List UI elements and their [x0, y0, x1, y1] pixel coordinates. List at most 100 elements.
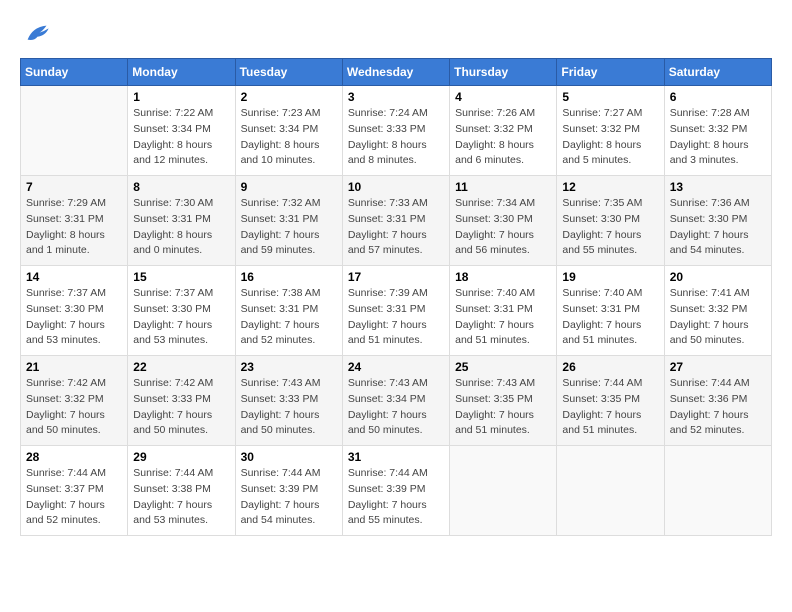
day-number: 16 — [241, 270, 337, 284]
weekday-header: Tuesday — [235, 59, 342, 86]
calendar-cell: 4 Sunrise: 7:26 AMSunset: 3:32 PMDaylight… — [450, 86, 557, 176]
day-info: Sunrise: 7:33 AMSunset: 3:31 PMDaylight:… — [348, 196, 444, 259]
calendar-week-row: 7 Sunrise: 7:29 AMSunset: 3:31 PMDaylight… — [21, 176, 772, 266]
day-info: Sunrise: 7:37 AMSunset: 3:30 PMDaylight:… — [133, 286, 229, 349]
day-info: Sunrise: 7:44 AMSunset: 3:39 PMDaylight:… — [241, 466, 337, 529]
calendar-cell: 1Sunrise: 7:22 AMSunset: 3:34 PMDaylight… — [128, 86, 235, 176]
day-info: Sunrise: 7:24 AMSunset: 3:33 PMDaylight:… — [348, 106, 444, 169]
day-info: Sunrise: 7:44 AMSunset: 3:37 PMDaylight:… — [26, 466, 122, 529]
calendar-cell — [664, 446, 771, 536]
day-info: Sunrise: 7:40 AMSunset: 3:31 PMDaylight:… — [562, 286, 658, 349]
day-info: Sunrise: 7:30 AMSunset: 3:31 PMDaylight:… — [133, 196, 229, 259]
day-info: Sunrise: 7:43 AMSunset: 3:35 PMDaylight:… — [455, 376, 551, 439]
day-number: 4 — [455, 90, 551, 104]
page-header — [20, 20, 772, 48]
day-info: Sunrise: 7:34 AMSunset: 3:30 PMDaylight:… — [455, 196, 551, 259]
day-info: Sunrise: 7:42 AMSunset: 3:32 PMDaylight:… — [26, 376, 122, 439]
calendar-cell: 23 Sunrise: 7:43 AMSunset: 3:33 PMDayligh… — [235, 356, 342, 446]
day-number: 11 — [455, 180, 551, 194]
calendar-cell: 7 Sunrise: 7:29 AMSunset: 3:31 PMDaylight… — [21, 176, 128, 266]
day-number: 17 — [348, 270, 444, 284]
weekday-header: Friday — [557, 59, 664, 86]
weekday-header: Wednesday — [342, 59, 449, 86]
calendar-cell: 3 Sunrise: 7:24 AMSunset: 3:33 PMDaylight… — [342, 86, 449, 176]
calendar-cell: 13 Sunrise: 7:36 AMSunset: 3:30 PMDayligh… — [664, 176, 771, 266]
day-info: Sunrise: 7:44 AMSunset: 3:38 PMDaylight:… — [133, 466, 229, 529]
day-number: 15 — [133, 270, 229, 284]
calendar-cell: 16Sunrise: 7:38 AMSunset: 3:31 PMDayligh… — [235, 266, 342, 356]
calendar-cell: 28 Sunrise: 7:44 AMSunset: 3:37 PMDayligh… — [21, 446, 128, 536]
calendar-cell: 21 Sunrise: 7:42 AMSunset: 3:32 PMDayligh… — [21, 356, 128, 446]
logo — [20, 20, 50, 48]
day-info: Sunrise: 7:37 AMSunset: 3:30 PMDaylight:… — [26, 286, 122, 349]
day-number: 12 — [562, 180, 658, 194]
calendar-cell — [21, 86, 128, 176]
day-info: Sunrise: 7:23 AMSunset: 3:34 PMDaylight:… — [241, 106, 337, 169]
calendar-cell: 20 Sunrise: 7:41 AMSunset: 3:32 PMDayligh… — [664, 266, 771, 356]
calendar-week-row: 1Sunrise: 7:22 AMSunset: 3:34 PMDaylight… — [21, 86, 772, 176]
day-number: 28 — [26, 450, 122, 464]
calendar-cell: 6Sunrise: 7:28 AMSunset: 3:32 PMDaylight… — [664, 86, 771, 176]
day-number: 19 — [562, 270, 658, 284]
calendar-cell: 5 Sunrise: 7:27 AMSunset: 3:32 PMDaylight… — [557, 86, 664, 176]
day-info: Sunrise: 7:44 AMSunset: 3:35 PMDaylight:… — [562, 376, 658, 439]
day-info: Sunrise: 7:26 AMSunset: 3:32 PMDaylight:… — [455, 106, 551, 169]
day-info: Sunrise: 7:43 AMSunset: 3:34 PMDaylight:… — [348, 376, 444, 439]
calendar-cell — [557, 446, 664, 536]
day-number: 25 — [455, 360, 551, 374]
day-info: Sunrise: 7:43 AMSunset: 3:33 PMDaylight:… — [241, 376, 337, 439]
day-number: 1 — [133, 90, 229, 104]
day-number: 20 — [670, 270, 766, 284]
day-number: 2 — [241, 90, 337, 104]
day-info: Sunrise: 7:40 AMSunset: 3:31 PMDaylight:… — [455, 286, 551, 349]
day-info: Sunrise: 7:44 AMSunset: 3:39 PMDaylight:… — [348, 466, 444, 529]
day-number: 21 — [26, 360, 122, 374]
calendar-cell: 24Sunrise: 7:43 AMSunset: 3:34 PMDayligh… — [342, 356, 449, 446]
day-number: 6 — [670, 90, 766, 104]
day-number: 22 — [133, 360, 229, 374]
weekday-header: Monday — [128, 59, 235, 86]
day-info: Sunrise: 7:42 AMSunset: 3:33 PMDaylight:… — [133, 376, 229, 439]
calendar-week-row: 14Sunrise: 7:37 AMSunset: 3:30 PMDayligh… — [21, 266, 772, 356]
day-info: Sunrise: 7:27 AMSunset: 3:32 PMDaylight:… — [562, 106, 658, 169]
calendar-cell: 9Sunrise: 7:32 AMSunset: 3:31 PMDaylight… — [235, 176, 342, 266]
day-info: Sunrise: 7:32 AMSunset: 3:31 PMDaylight:… — [241, 196, 337, 259]
day-number: 31 — [348, 450, 444, 464]
calendar-cell: 31 Sunrise: 7:44 AMSunset: 3:39 PMDayligh… — [342, 446, 449, 536]
day-info: Sunrise: 7:29 AMSunset: 3:31 PMDaylight:… — [26, 196, 122, 259]
calendar-cell: 8 Sunrise: 7:30 AMSunset: 3:31 PMDaylight… — [128, 176, 235, 266]
day-info: Sunrise: 7:44 AMSunset: 3:36 PMDaylight:… — [670, 376, 766, 439]
calendar-cell: 15 Sunrise: 7:37 AMSunset: 3:30 PMDayligh… — [128, 266, 235, 356]
calendar-cell: 11 Sunrise: 7:34 AMSunset: 3:30 PMDayligh… — [450, 176, 557, 266]
day-number: 5 — [562, 90, 658, 104]
day-number: 13 — [670, 180, 766, 194]
calendar-cell: 19 Sunrise: 7:40 AMSunset: 3:31 PMDayligh… — [557, 266, 664, 356]
calendar-week-row: 28 Sunrise: 7:44 AMSunset: 3:37 PMDayligh… — [21, 446, 772, 536]
day-info: Sunrise: 7:41 AMSunset: 3:32 PMDaylight:… — [670, 286, 766, 349]
calendar-cell: 29 Sunrise: 7:44 AMSunset: 3:38 PMDayligh… — [128, 446, 235, 536]
day-number: 18 — [455, 270, 551, 284]
calendar-cell — [450, 446, 557, 536]
calendar-cell: 22 Sunrise: 7:42 AMSunset: 3:33 PMDayligh… — [128, 356, 235, 446]
weekday-header: Thursday — [450, 59, 557, 86]
day-number: 26 — [562, 360, 658, 374]
calendar-week-row: 21 Sunrise: 7:42 AMSunset: 3:32 PMDayligh… — [21, 356, 772, 446]
calendar-table: SundayMondayTuesdayWednesdayThursdayFrid… — [20, 58, 772, 536]
calendar-cell: 10Sunrise: 7:33 AMSunset: 3:31 PMDayligh… — [342, 176, 449, 266]
day-number: 29 — [133, 450, 229, 464]
day-number: 3 — [348, 90, 444, 104]
weekday-header: Sunday — [21, 59, 128, 86]
calendar-cell: 12Sunrise: 7:35 AMSunset: 3:30 PMDayligh… — [557, 176, 664, 266]
weekday-header: Saturday — [664, 59, 771, 86]
calendar-cell: 30Sunrise: 7:44 AMSunset: 3:39 PMDayligh… — [235, 446, 342, 536]
day-info: Sunrise: 7:36 AMSunset: 3:30 PMDaylight:… — [670, 196, 766, 259]
day-number: 23 — [241, 360, 337, 374]
calendar-cell: 27 Sunrise: 7:44 AMSunset: 3:36 PMDayligh… — [664, 356, 771, 446]
day-number: 27 — [670, 360, 766, 374]
calendar-cell: 26 Sunrise: 7:44 AMSunset: 3:35 PMDayligh… — [557, 356, 664, 446]
day-number: 7 — [26, 180, 122, 194]
day-number: 8 — [133, 180, 229, 194]
day-info: Sunrise: 7:39 AMSunset: 3:31 PMDaylight:… — [348, 286, 444, 349]
calendar-cell: 18 Sunrise: 7:40 AMSunset: 3:31 PMDayligh… — [450, 266, 557, 356]
calendar-cell: 14Sunrise: 7:37 AMSunset: 3:30 PMDayligh… — [21, 266, 128, 356]
